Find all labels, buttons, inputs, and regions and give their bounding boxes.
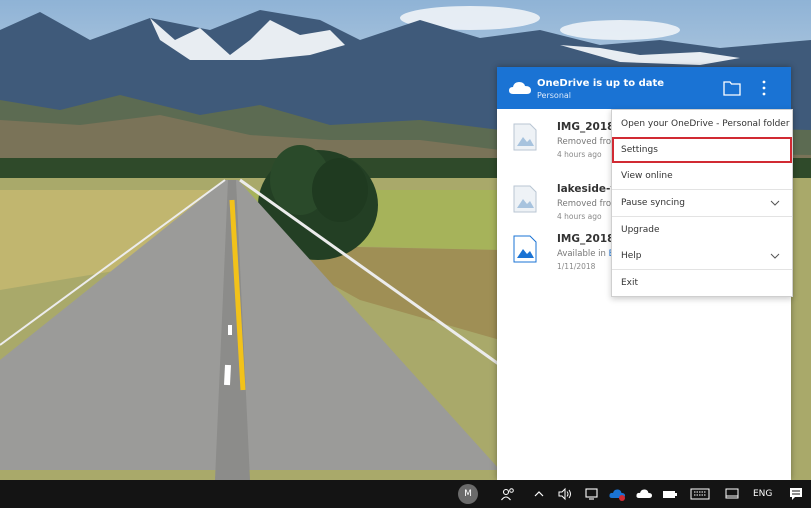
file-time: 4 hours ago — [557, 212, 602, 221]
file-status: Removed fro — [557, 199, 612, 209]
menu-item-label: Help — [621, 251, 642, 261]
volume-icon[interactable] — [557, 486, 573, 502]
menu-item-help[interactable]: Help — [612, 243, 792, 269]
file-name: IMG_2018( — [557, 233, 620, 245]
keyboard-icon[interactable] — [690, 486, 710, 502]
battery-icon[interactable] — [661, 486, 679, 502]
menu-item-label: Pause syncing — [621, 198, 685, 208]
tablet-icon[interactable] — [724, 486, 740, 502]
people-icon[interactable] — [500, 486, 516, 502]
avatar[interactable]: M — [458, 484, 478, 504]
file-time: 1/11/2018 — [557, 262, 596, 271]
chevron-down-icon — [770, 200, 780, 206]
onedrive-icon[interactable] — [636, 486, 654, 502]
onedrive-header: OneDrive is up to date Personal — [497, 67, 791, 109]
menu-item-label: View online — [621, 171, 673, 181]
menu-item-exit[interactable]: Exit — [612, 270, 792, 296]
onedrive-syncing-icon[interactable] — [609, 486, 627, 502]
more-options-icon[interactable] — [759, 79, 769, 97]
image-file-icon — [513, 185, 537, 213]
file-status-prefix: Available in — [557, 249, 609, 259]
chevron-down-icon — [770, 253, 780, 259]
file-status: Removed fro — [557, 137, 612, 147]
taskbar: M ENG — [0, 480, 811, 508]
file-time: 4 hours ago — [557, 150, 602, 159]
onedrive-context-menu: Open your OneDrive - Personal folder Set… — [611, 109, 793, 297]
menu-item-settings[interactable]: Settings — [612, 137, 792, 163]
account-type: Personal — [537, 91, 572, 100]
image-file-icon — [513, 235, 537, 263]
file-name: IMG_2018( — [557, 121, 620, 133]
menu-item-label: Open your OneDrive - Personal folder — [621, 119, 790, 129]
cloud-icon — [509, 82, 531, 94]
menu-item-label: Upgrade — [621, 225, 660, 235]
menu-item-pause-syncing[interactable]: Pause syncing — [612, 190, 792, 216]
menu-item-open-folder[interactable]: Open your OneDrive - Personal folder — [612, 111, 792, 137]
image-file-icon — [513, 123, 537, 151]
file-status: Available in E — [557, 249, 614, 259]
folder-icon[interactable] — [723, 80, 741, 96]
menu-item-label: Settings — [621, 145, 658, 155]
notification-icon[interactable] — [788, 486, 804, 502]
menu-item-label: Exit — [621, 278, 639, 288]
network-icon[interactable] — [584, 486, 600, 502]
menu-item-view-online[interactable]: View online — [612, 163, 792, 189]
sync-status-title: OneDrive is up to date — [537, 78, 665, 89]
menu-item-upgrade[interactable]: Upgrade — [612, 217, 792, 243]
chevron-up-icon[interactable] — [533, 486, 545, 502]
language-indicator[interactable]: ENG — [753, 489, 772, 499]
